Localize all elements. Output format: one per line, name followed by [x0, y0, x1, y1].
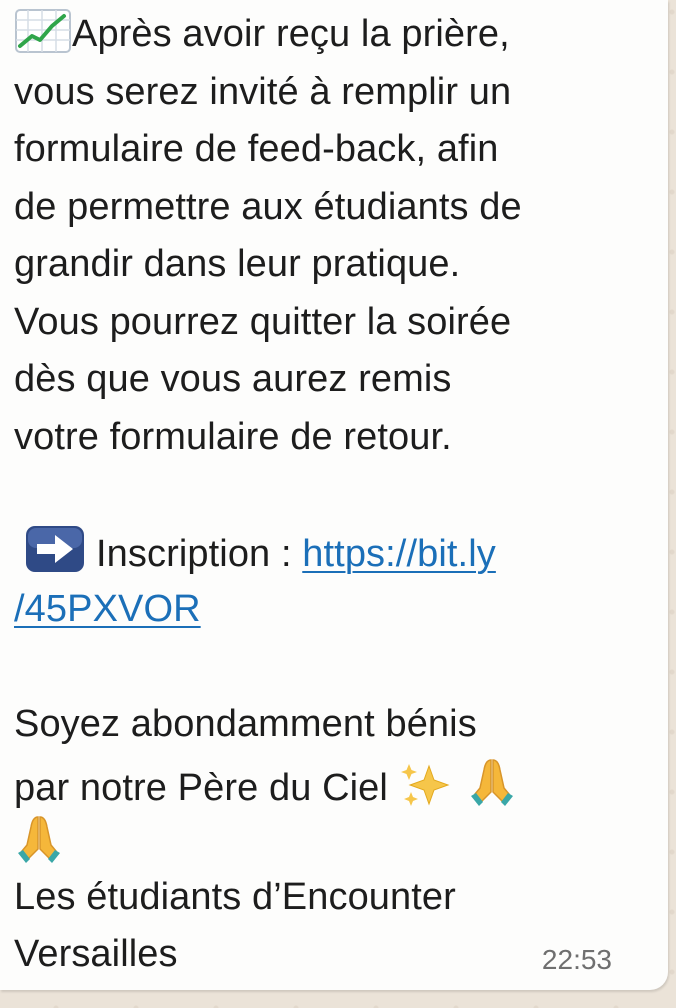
- message-line-2: vous serez invité à remplir un: [14, 70, 512, 113]
- blessing-line-2: par notre Père du Ciel: [14, 766, 399, 809]
- folded-hands-icon: [467, 754, 517, 826]
- inscription-line: Inscription : https://bit.ly: [14, 524, 654, 582]
- message-line-8: votre formulaire de retour.: [14, 415, 452, 458]
- message-bubble[interactable]: Après avoir reçu la prière, vous serez i…: [0, 0, 668, 990]
- chart-increasing-icon: [14, 8, 72, 72]
- prayer-row: [14, 811, 654, 869]
- message-line-5: grandir dans leur pratique.: [14, 243, 461, 285]
- registration-link-continuation[interactable]: /45PXVOR: [14, 588, 201, 630]
- message-line: Après avoir reçu la prière,: [14, 6, 654, 64]
- sparkles-icon: [399, 760, 451, 826]
- message-line-7: dès que vous aurez remis: [14, 358, 452, 400]
- message-line-1: Après avoir reçu la prière,: [72, 13, 510, 55]
- blessing-line-2-row: par notre Père du Ciel: [14, 754, 654, 812]
- message-line-4: de permettre aux étudiants de: [14, 185, 522, 228]
- message-line-6: Vous pourrez quitter la soirée: [14, 300, 512, 343]
- message-line-3: formulaire de feed-back, afin: [14, 128, 499, 170]
- registration-link[interactable]: https://bit.ly: [302, 533, 496, 575]
- signature-line-1: Les étudiants d’Encounter: [14, 875, 456, 918]
- message-text: Après avoir reçu la prière, vous serez i…: [14, 6, 654, 984]
- blessing-line-1: Soyez abondamment bénis: [14, 703, 477, 745]
- message-timestamp: 22:53: [541, 944, 612, 975]
- inscription-label: Inscription :: [96, 532, 303, 575]
- link-continuation-line: /45PXVOR: [14, 581, 654, 639]
